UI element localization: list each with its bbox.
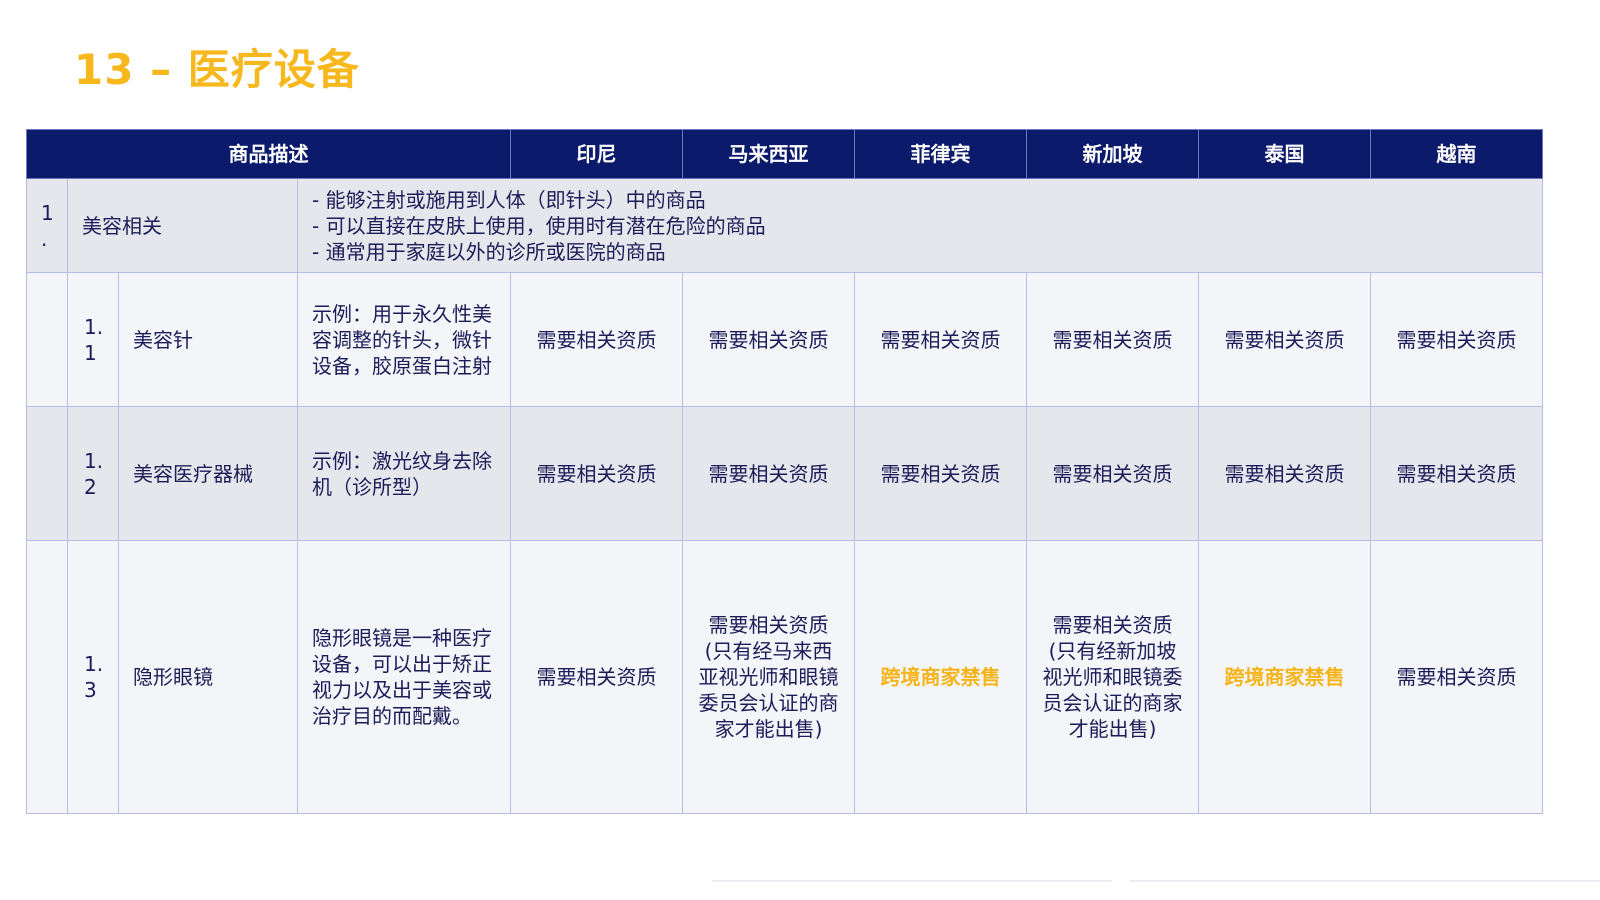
status-indonesia: 需要相关资质	[510, 406, 683, 541]
item-name: 美容针	[118, 272, 298, 407]
status-thailand: 需要相关资质	[1198, 272, 1371, 407]
item-description: 示例：激光纹身去除机（诊所型）	[297, 406, 511, 541]
header-thailand: 泰国	[1198, 129, 1371, 179]
category-number: 1 .	[26, 178, 68, 273]
indent-cell	[26, 540, 68, 814]
header-malaysia: 马来西亚	[682, 129, 855, 179]
page-title: 13 – 医疗设备	[74, 45, 360, 94]
footer-divider	[712, 880, 1112, 882]
header-philippines: 菲律宾	[854, 129, 1027, 179]
status-singapore: 需要相关资质	[1026, 406, 1199, 541]
indent-cell	[26, 406, 68, 541]
category-notes: - 能够注射或施用到人体（即针头）中的商品 - 可以直接在皮肤上使用，使用时有潜…	[297, 178, 1543, 273]
item-description: 示例：用于永久性美容调整的针头，微针设备，胶原蛋白注射	[297, 272, 511, 407]
item-number: 1. 3	[67, 540, 119, 814]
table-row-beauty-needles: 1. 1 美容针 示例：用于永久性美容调整的针头，微针设备，胶原蛋白注射 需要相…	[26, 272, 1543, 407]
status-malaysia: 需要相关资质(只有经马来西亚视光师和眼镜委员会认证的商家才能出售)	[682, 540, 855, 814]
header-singapore: 新加坡	[1026, 129, 1199, 179]
header-indonesia: 印尼	[510, 129, 683, 179]
product-rules-table: 商品描述 印尼 马来西亚 菲律宾 新加坡 泰国 越南 1 . 美容相关 - 能够…	[26, 129, 1543, 814]
category-row: 1 . 美容相关 - 能够注射或施用到人体（即针头）中的商品 - 可以直接在皮肤…	[26, 178, 1543, 273]
status-singapore: 需要相关资质(只有经新加坡视光师和眼镜委员会认证的商家才能出售)	[1026, 540, 1199, 814]
status-malaysia: 需要相关资质	[682, 272, 855, 407]
table-row-beauty-devices: 1. 2 美容医疗器械 示例：激光纹身去除机（诊所型） 需要相关资质 需要相关资…	[26, 406, 1543, 541]
status-singapore: 需要相关资质	[1026, 272, 1199, 407]
table-row-contact-lenses: 1. 3 隐形眼镜 隐形眼镜是一种医疗设备，可以出于矫正视力以及出于美容或治疗目…	[26, 540, 1543, 814]
category-name: 美容相关	[67, 178, 298, 273]
indent-cell	[26, 272, 68, 407]
status-vietnam: 需要相关资质	[1370, 406, 1543, 541]
item-number: 1. 2	[67, 406, 119, 541]
item-name: 美容医疗器械	[118, 406, 298, 541]
status-indonesia: 需要相关资质	[510, 272, 683, 407]
status-thailand: 需要相关资质	[1198, 406, 1371, 541]
category-note: - 通常用于家庭以外的诊所或医院的商品	[312, 239, 666, 264]
status-philippines: 需要相关资质	[854, 272, 1027, 407]
header-description: 商品描述	[26, 129, 511, 179]
status-indonesia: 需要相关资质	[510, 540, 683, 814]
status-philippines: 需要相关资质	[854, 406, 1027, 541]
status-malaysia: 需要相关资质	[682, 406, 855, 541]
status-vietnam: 需要相关资质	[1370, 272, 1543, 407]
item-description: 隐形眼镜是一种医疗设备，可以出于矫正视力以及出于美容或治疗目的而配戴。	[297, 540, 511, 814]
table-header-row: 商品描述 印尼 马来西亚 菲律宾 新加坡 泰国 越南	[26, 129, 1543, 179]
category-note: - 可以直接在皮肤上使用，使用时有潜在危险的商品	[312, 213, 766, 238]
status-philippines-banned: 跨境商家禁售	[854, 540, 1027, 814]
item-number: 1. 1	[67, 272, 119, 407]
header-vietnam: 越南	[1370, 129, 1543, 179]
category-note: - 能够注射或施用到人体（即针头）中的商品	[312, 187, 706, 212]
footer-divider	[1130, 880, 1600, 882]
item-name: 隐形眼镜	[118, 540, 298, 814]
status-vietnam: 需要相关资质	[1370, 540, 1543, 814]
status-thailand-banned: 跨境商家禁售	[1198, 540, 1371, 814]
